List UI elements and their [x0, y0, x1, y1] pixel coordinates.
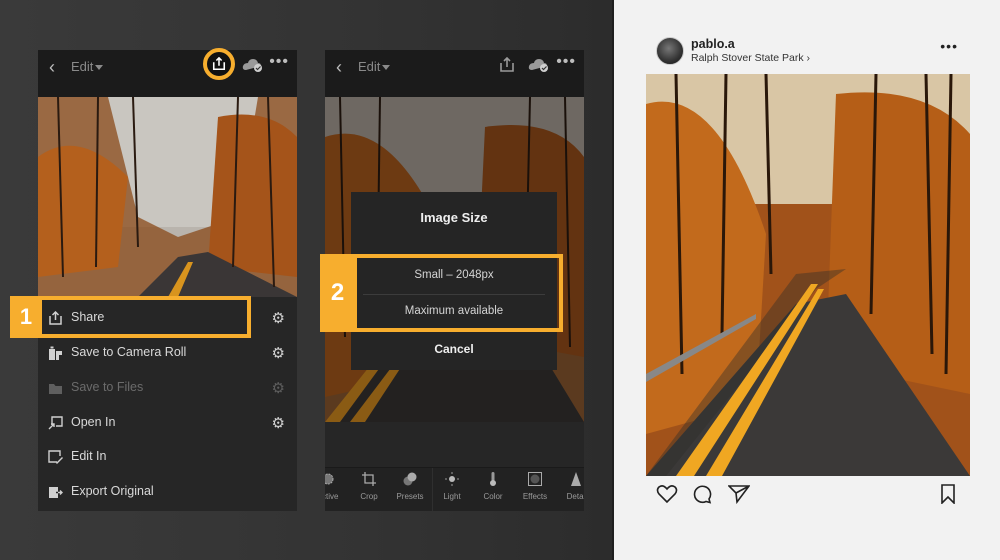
tool-light[interactable]: Light — [432, 472, 472, 501]
chevron-left-icon[interactable]: ‹ — [49, 57, 55, 78]
tool-label: Color — [483, 492, 503, 501]
edit-toolbar: ective Crop Presets Light Color Effects … — [325, 467, 584, 511]
tool-detail[interactable]: Detai — [556, 472, 584, 501]
edit-label: Edit — [71, 59, 94, 74]
more-horizontal-icon[interactable]: ••• — [940, 38, 958, 54]
gear-icon[interactable]: ⚙ — [272, 379, 285, 397]
step-badge-1: 1 — [10, 296, 42, 338]
effects-icon — [528, 472, 542, 486]
cancel-button[interactable]: Cancel — [351, 342, 557, 356]
top-bar: ‹ Edit ••• — [325, 50, 584, 97]
tool-selective[interactable]: ective — [325, 472, 348, 501]
share-icon — [212, 57, 226, 71]
menu-item-label: Save to Camera Roll — [71, 345, 187, 359]
tool-label: ective — [325, 492, 339, 501]
post-photo — [646, 74, 970, 476]
top-bar: ‹ Edit ••• — [38, 50, 297, 97]
autumn-road-photo — [646, 74, 970, 476]
instagram-post: pablo.a Ralph Stover State Park › ••• — [646, 0, 970, 560]
share-highlight-box — [10, 296, 251, 338]
menu-item-label: Edit In — [71, 449, 107, 463]
share-icon[interactable] — [499, 57, 515, 73]
gear-icon[interactable]: ⚙ — [272, 344, 285, 362]
caret-down-icon — [95, 65, 104, 71]
folder-icon — [49, 384, 62, 394]
gear-icon[interactable]: ⚙ — [272, 414, 285, 432]
edit-menu[interactable]: Edit — [358, 59, 391, 74]
tool-crop[interactable]: Crop — [349, 472, 389, 501]
tool-label: Crop — [360, 492, 378, 501]
send-icon[interactable] — [728, 484, 750, 504]
menu-item-export-original[interactable]: Export Original — [38, 475, 297, 509]
menu-item-label: Open In — [71, 415, 116, 429]
bookmark-icon[interactable] — [940, 484, 956, 504]
post-actions — [646, 484, 970, 508]
edit-label: Edit — [358, 59, 381, 74]
more-horizontal-icon[interactable]: ••• — [269, 53, 289, 71]
edit-in-icon — [48, 450, 63, 464]
tool-color[interactable]: Color — [473, 472, 513, 501]
cloud-sync-icon[interactable] — [528, 58, 550, 72]
tool-effects[interactable]: Effects — [515, 472, 555, 501]
presets-icon — [403, 472, 417, 486]
tool-label: Presets — [396, 492, 424, 501]
cloud-sync-icon[interactable] — [242, 58, 264, 72]
dialog-title: Image Size — [420, 210, 488, 225]
menu-item-edit-in[interactable]: Edit In — [38, 440, 297, 474]
comment-icon[interactable] — [692, 484, 712, 504]
open-in-icon — [48, 416, 63, 430]
gear-icon[interactable]: ⚙ — [272, 309, 285, 327]
edit-menu[interactable]: Edit — [71, 59, 104, 74]
caret-down-icon — [382, 65, 391, 71]
username[interactable]: pablo.a — [691, 37, 735, 51]
heart-icon[interactable] — [656, 484, 678, 504]
menu-item-open-in[interactable]: Open In ⚙ — [38, 406, 297, 440]
detail-icon — [571, 472, 581, 486]
color-thermometer-icon — [490, 472, 496, 486]
tool-label: Light — [443, 492, 461, 501]
size-options-highlight-box — [353, 254, 563, 332]
menu-item-save-to-files[interactable]: Save to Files ⚙ — [38, 371, 297, 405]
lightroom-share-screen: ‹ Edit ••• Share ⚙ Save to Camera Roll ⚙ — [38, 50, 297, 511]
tool-label: Effects — [522, 492, 548, 501]
chevron-left-icon[interactable]: ‹ — [336, 57, 342, 78]
menu-item-label: Export Original — [71, 484, 154, 498]
light-icon — [445, 472, 459, 486]
step-badge-2: 2 — [320, 254, 355, 332]
menu-item-label: Save to Files — [71, 380, 144, 394]
selective-icon — [325, 473, 334, 485]
tool-label: Detai — [566, 492, 584, 501]
tool-presets[interactable]: Presets — [390, 472, 430, 501]
camera-roll-icon — [49, 346, 62, 360]
autumn-road-photo — [38, 97, 297, 297]
more-horizontal-icon[interactable]: ••• — [556, 53, 576, 71]
share-button-highlight[interactable] — [203, 48, 235, 80]
menu-item-save-to-camera-roll[interactable]: Save to Camera Roll ⚙ — [38, 336, 297, 370]
export-icon — [49, 487, 63, 498]
avatar[interactable] — [656, 37, 684, 65]
crop-icon — [362, 472, 376, 486]
location-link[interactable]: Ralph Stover State Park › — [691, 52, 810, 64]
photo-preview — [38, 97, 297, 297]
